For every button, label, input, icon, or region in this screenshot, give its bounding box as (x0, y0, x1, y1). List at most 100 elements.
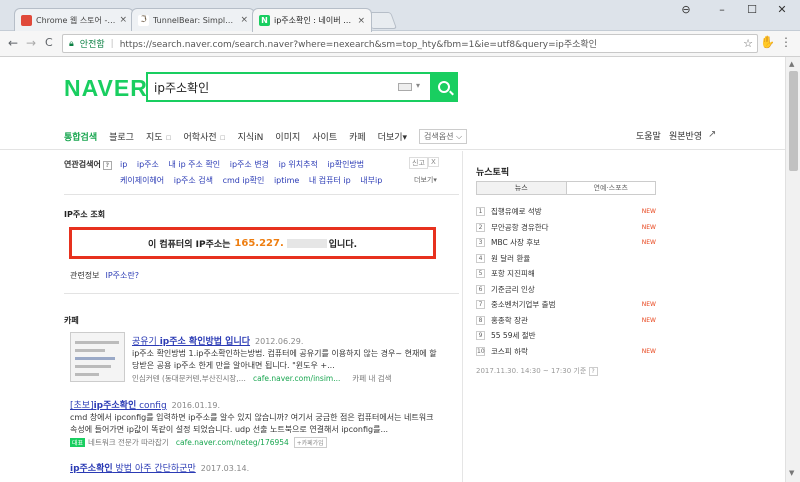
feedback-link[interactable]: 원본반영 (669, 129, 702, 142)
related-keyword[interactable]: iptime (274, 176, 299, 185)
news-topic-text[interactable]: 무안공항 경유한다 (491, 222, 642, 233)
result-title-2[interactable]: [초보]ip주소확인 config 2016.01.19. (70, 398, 220, 411)
news-topic-item[interactable]: 1 집행유예로 석방 NEW (476, 204, 656, 220)
related-row-1: ip ip주소 내 ip 주소 확인 ip주소 변경 ip 위치추적 ip확인방… (120, 159, 371, 170)
menu-icon[interactable]: ⋮ (780, 35, 792, 49)
scroll-up-icon[interactable]: ▲ (789, 60, 794, 68)
result-title-3[interactable]: ip주소확인 방법 아주 간단하군만 2017.03.14. (70, 461, 249, 474)
news-topic-item[interactable]: 10 코스피 하락 NEW (476, 344, 656, 360)
result-thumbnail[interactable] (70, 332, 125, 382)
search-box[interactable]: ▾ (146, 72, 458, 102)
keyboard-icon[interactable] (398, 83, 412, 91)
address-bar[interactable]: 🔒︎ 안전함 | https://search.naver.com/search… (62, 34, 758, 53)
news-topic-item[interactable]: 3 MBC 사장 후보 NEW (476, 235, 656, 251)
tab-blog[interactable]: 블로그 (109, 130, 134, 143)
close-tab-icon[interactable]: × (240, 15, 248, 25)
report-button[interactable]: 신고 (409, 157, 428, 169)
result-source-link[interactable]: cafe.naver.com/neteg/176954 (176, 438, 289, 447)
related-keyword[interactable]: ip (120, 160, 127, 169)
maximize-icon[interactable]: ☐ (742, 3, 762, 16)
help-link[interactable]: 도움말 (636, 129, 661, 142)
chrome-store-icon (21, 14, 32, 26)
news-topic-text[interactable]: 원 달러 환율 (491, 253, 656, 264)
related-keyword[interactable]: 내 컴퓨터 ip (309, 176, 351, 185)
news-topic-item[interactable]: 4 원 달러 환율 (476, 251, 656, 267)
news-topic-text[interactable]: 55 59세 절반 (491, 330, 656, 341)
rank-number: 2 (476, 222, 485, 232)
profile-icon[interactable]: ⊖ (676, 3, 696, 16)
related-keyword[interactable]: 내 ip 주소 확인 (168, 160, 220, 169)
share-icon[interactable]: ↗ (708, 129, 716, 140)
news-topic-item[interactable]: 6 기준금리 인상 (476, 282, 656, 298)
related-keyword[interactable]: ip주소 검색 (174, 176, 213, 185)
browser-tab-naver[interactable]: N ip주소확인 : 네이버 통합 × (252, 8, 372, 32)
browser-tab-tunnelbear[interactable]: ℑ TunnelBear: Simple and × (131, 8, 255, 31)
close-window-icon[interactable]: ✕ (772, 3, 792, 16)
related-keyword[interactable]: 케이제이헤어 (120, 176, 164, 185)
chevron-down-icon[interactable]: ▾ (416, 81, 420, 90)
tab-news[interactable]: 뉴스 (477, 182, 567, 194)
tab-kin[interactable]: 지식iN (238, 130, 264, 143)
tunnelbear-icon: ℑ (138, 14, 149, 26)
minimize-icon[interactable]: – (712, 3, 732, 16)
tab-dictionary[interactable]: 어학사전 ▫ (184, 130, 226, 143)
bookmark-star-icon[interactable]: ☆ (743, 37, 753, 50)
news-topic-text[interactable]: 홍종학 장관 (491, 315, 642, 326)
news-topic-item[interactable]: 8 홍종학 장관 NEW (476, 313, 656, 329)
cafe-name[interactable]: 네트워크 전문가 따라잡기 (88, 438, 169, 447)
related-keyword[interactable]: 내부ip (360, 176, 382, 185)
news-topic-item[interactable]: 9 55 59세 절반 (476, 328, 656, 344)
related-more-button[interactable]: 더보기▾ (414, 175, 437, 185)
tab-strip: Chrome 웹 스토어 - tun × ℑ TunnelBear: Simpl… (0, 0, 800, 32)
tab-entertainment-sports[interactable]: 연예·스포츠 (567, 182, 656, 194)
tab-map[interactable]: 지도 ▫ (146, 130, 172, 143)
browser-tab-chrome-store[interactable]: Chrome 웹 스토어 - tun × (14, 8, 134, 31)
reload-icon[interactable]: C (45, 36, 53, 49)
help-icon[interactable]: ? (102, 161, 112, 170)
scrollbar-thumb[interactable] (789, 71, 798, 171)
extension-icon[interactable]: ✋ (760, 35, 775, 49)
tab-site[interactable]: 사이트 (312, 130, 337, 143)
cafe-search-link[interactable]: 카페 내 검색 (352, 374, 391, 383)
close-tab-icon[interactable]: × (119, 15, 127, 25)
naver-logo[interactable]: NAVER (64, 75, 148, 102)
tab-cafe[interactable]: 카페 (349, 130, 366, 143)
page-scrollbar[interactable]: ▲ ▼ (785, 57, 800, 482)
news-topic-text[interactable]: 기준금리 인상 (491, 284, 656, 295)
related-keyword[interactable]: ip확인방법 (327, 160, 364, 169)
scroll-down-icon[interactable]: ▼ (789, 469, 794, 477)
news-topic-text[interactable]: 포항 지진피해 (491, 268, 656, 279)
news-topic-list: 1 집행유예로 석방 NEW 2 무안공항 경유한다 NEW 3 MBC 사장 후보 NEW 4 원… (476, 204, 656, 359)
search-input[interactable] (154, 79, 394, 95)
related-keyword[interactable]: cmd ip확인 (223, 176, 265, 185)
news-topic-text[interactable]: 집행유예로 석방 (491, 206, 642, 217)
forward-icon[interactable]: → (26, 36, 36, 50)
news-topic-text[interactable]: 중소벤처기업부 출범 (491, 299, 642, 310)
result-snippet: cmd 창에서 ipconfig를 입력하면 ip주소를 알수 있지 않습니까?… (70, 413, 434, 422)
lock-icon[interactable]: 🔒︎ (69, 39, 74, 49)
close-related-button[interactable]: X (428, 157, 439, 167)
tab-image[interactable]: 이미지 (275, 130, 300, 143)
tab-more[interactable]: 더보기▾ (378, 130, 407, 143)
search-options-button[interactable]: 검색옵션 ⌵ (419, 129, 468, 144)
result-date: 2017.03.14. (200, 464, 250, 473)
news-topic-item[interactable]: 2 무안공항 경유한다 NEW (476, 220, 656, 236)
rank-number: 9 (476, 331, 485, 341)
cafe-name[interactable]: 인심커텐 (동대문커텐,부산진시장,... (132, 374, 246, 383)
tab-integrated[interactable]: 통합검색 (64, 130, 97, 143)
search-button[interactable] (430, 72, 458, 102)
what-is-ip-link[interactable]: IP주소란? (105, 271, 139, 280)
related-keyword[interactable]: ip주소 변경 (230, 160, 269, 169)
related-keyword[interactable]: ip주소 (137, 160, 159, 169)
close-tab-icon[interactable]: × (357, 16, 365, 26)
join-cafe-button[interactable]: +카페가입 (293, 437, 327, 448)
back-icon[interactable]: ← (8, 36, 18, 50)
news-topic-item[interactable]: 7 중소벤처기업부 출범 NEW (476, 297, 656, 313)
result-title-1[interactable]: 공유기 ip주소 확인방법 입니다 2012.06.29. (132, 334, 303, 347)
news-topic-item[interactable]: 5 포항 지진피해 (476, 266, 656, 282)
result-source-link[interactable]: cafe.naver.com/insim... (253, 374, 340, 383)
related-keyword[interactable]: ip 위치추적 (279, 160, 318, 169)
news-topic-text[interactable]: 코스피 하락 (491, 346, 642, 357)
help-icon[interactable]: ? (588, 367, 598, 376)
news-topic-text[interactable]: MBC 사장 후보 (491, 237, 642, 248)
